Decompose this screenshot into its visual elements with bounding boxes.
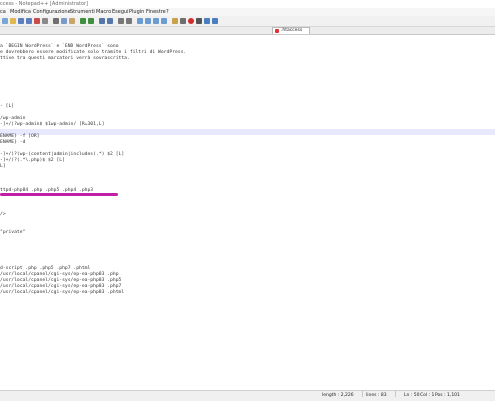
code-line[interactable]: -]+/)?wp-admin$ $1wp-admin/ [R=301,L] xyxy=(0,122,104,128)
status-separator xyxy=(395,391,396,397)
code-line[interactable]: -]+/)?(.*\.php)$ $2 [L] xyxy=(0,158,65,164)
menu-item-modifica[interactable]: Modifica xyxy=(10,8,31,16)
menu-item-plugin[interactable]: Plugin xyxy=(129,8,144,16)
run-icon[interactable] xyxy=(180,18,186,24)
highlight-icon[interactable] xyxy=(172,18,178,24)
close-icon[interactable] xyxy=(34,18,40,24)
editor-area[interactable]: a `BEGIN WordPress` e `END WordPress` so… xyxy=(0,35,495,388)
unsaved-icon xyxy=(275,29,279,33)
menu-item-macro[interactable]: Macro xyxy=(96,8,111,16)
zoom-in-icon[interactable] xyxy=(118,18,124,24)
menu-bar: ca Modifica Configurazione Strumenti Mac… xyxy=(0,8,495,16)
menu-item-finestre[interactable]: Finestre xyxy=(146,8,166,16)
handwritten-underline xyxy=(0,193,118,196)
paste-icon[interactable] xyxy=(69,18,75,24)
tab-bar: .htaccess xyxy=(0,27,495,35)
zoom-out-icon[interactable] xyxy=(126,18,132,24)
show-all-icon[interactable] xyxy=(161,18,167,24)
undo-icon[interactable] xyxy=(80,18,86,24)
tab-htaccess[interactable]: .htaccess xyxy=(272,27,310,34)
code-line[interactable]: ttive tra questi marcatori verrà sovrasc… xyxy=(0,56,130,62)
menu-item-configurazione[interactable]: Configurazione xyxy=(33,8,71,16)
save-macro-icon[interactable] xyxy=(212,18,218,24)
status-bar: length : 2,226 lines : 83 Ln : 50 Col : … xyxy=(0,390,495,401)
code-line[interactable]: - [L] xyxy=(0,104,14,110)
status-separator xyxy=(362,391,363,397)
code-line[interactable]: /> xyxy=(0,212,6,218)
wrap-icon[interactable] xyxy=(145,18,151,24)
window-title: ccess - Notepad++ [Administrator] xyxy=(0,1,88,7)
current-line-highlight xyxy=(0,129,495,135)
stop-icon[interactable] xyxy=(196,18,202,24)
code-line[interactable]: ENAME} -d xyxy=(0,140,25,146)
toolbar xyxy=(0,16,495,27)
save-icon[interactable] xyxy=(18,18,24,24)
replace-icon[interactable] xyxy=(107,18,113,24)
sync-icon[interactable] xyxy=(137,18,143,24)
save-all-icon[interactable] xyxy=(26,18,32,24)
play-icon[interactable] xyxy=(204,18,210,24)
code-line[interactable]: L] xyxy=(0,164,6,170)
print-icon[interactable] xyxy=(42,18,48,24)
code-line[interactable]: /usr/local/cpanel/cgi-sys/ep-ea-php83 .p… xyxy=(0,290,124,296)
menu-item-file[interactable]: ca xyxy=(0,8,6,16)
find-icon[interactable] xyxy=(99,18,105,24)
code-line[interactable]: "private" xyxy=(0,230,25,236)
record-icon[interactable] xyxy=(188,18,194,24)
new-icon[interactable] xyxy=(2,18,8,24)
tab-label: .htaccess xyxy=(281,28,303,33)
copy-icon[interactable] xyxy=(61,18,67,24)
menu-item-esegui[interactable]: Esegui xyxy=(112,8,129,16)
indent-guide-icon[interactable] xyxy=(153,18,159,24)
menu-item-strumenti[interactable]: Strumenti xyxy=(70,8,95,16)
title-bar: ccess - Notepad++ [Administrator] xyxy=(0,0,495,8)
open-icon[interactable] xyxy=(10,18,16,24)
cut-icon[interactable] xyxy=(53,18,59,24)
menu-item-help[interactable]: ? xyxy=(166,8,169,16)
redo-icon[interactable] xyxy=(88,18,94,24)
